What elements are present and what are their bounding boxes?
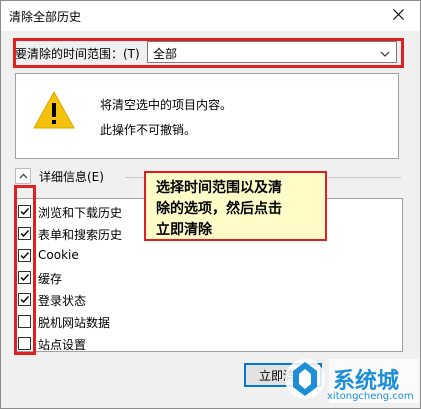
close-button[interactable] bbox=[376, 1, 420, 31]
checkbox[interactable] bbox=[18, 315, 31, 328]
item-label: 缓存 bbox=[38, 272, 63, 286]
time-range-value: 全部 bbox=[153, 47, 178, 61]
title-bar: 清除全部历史 bbox=[1, 1, 420, 31]
details-label: 详细信息(E) bbox=[39, 170, 104, 184]
callout-line: 选择时间范围以及清 bbox=[156, 180, 282, 196]
checkbox[interactable] bbox=[18, 205, 31, 218]
checkbox[interactable] bbox=[18, 249, 31, 262]
close-icon bbox=[392, 9, 404, 23]
item-label: Cookie bbox=[38, 248, 79, 262]
instruction-callout: 选择时间范围以及清 除的选项，然后点击 立即清除 bbox=[144, 171, 327, 241]
warning-text: 将清空选中的项目内容。 bbox=[100, 98, 233, 112]
item-label: 站点设置 bbox=[38, 338, 87, 352]
irreversible-text: 此操作不可撤销。 bbox=[100, 123, 197, 137]
clear-history-dialog: 清除全部历史 要清除的时间范围：(T) 全部 将清空选中的项目内容。 此操作不可… bbox=[0, 0, 421, 409]
checkbox[interactable] bbox=[18, 337, 31, 350]
item-label: 浏览和下载历史 bbox=[38, 206, 123, 220]
checkbox[interactable] bbox=[18, 227, 31, 240]
watermark-url: xitongcheng.com bbox=[327, 391, 414, 402]
warning-icon bbox=[32, 90, 76, 133]
checkbox[interactable] bbox=[18, 293, 31, 306]
callout-line: 除的选项，然后点击 bbox=[156, 201, 282, 217]
window-title: 清除全部历史 bbox=[9, 10, 82, 24]
checkbox[interactable] bbox=[18, 271, 31, 284]
item-label: 登录状态 bbox=[38, 294, 87, 308]
warning-panel: 将清空选中的项目内容。 此操作不可撤销。 bbox=[15, 73, 399, 159]
chevron-up-icon[interactable] bbox=[15, 168, 31, 184]
chevron-down-icon bbox=[380, 47, 390, 61]
time-range-select[interactable]: 全部 bbox=[147, 41, 397, 63]
callout-line: 立即清除 bbox=[156, 222, 212, 238]
item-label: 表单和搜索历史 bbox=[38, 228, 123, 242]
clear-now-button[interactable]: 立即清除 bbox=[244, 363, 322, 387]
time-range-label: 要清除的时间范围：(T) bbox=[15, 47, 140, 61]
watermark-brand: 系统城 bbox=[333, 369, 400, 394]
item-label: 脱机网站数据 bbox=[38, 316, 111, 330]
